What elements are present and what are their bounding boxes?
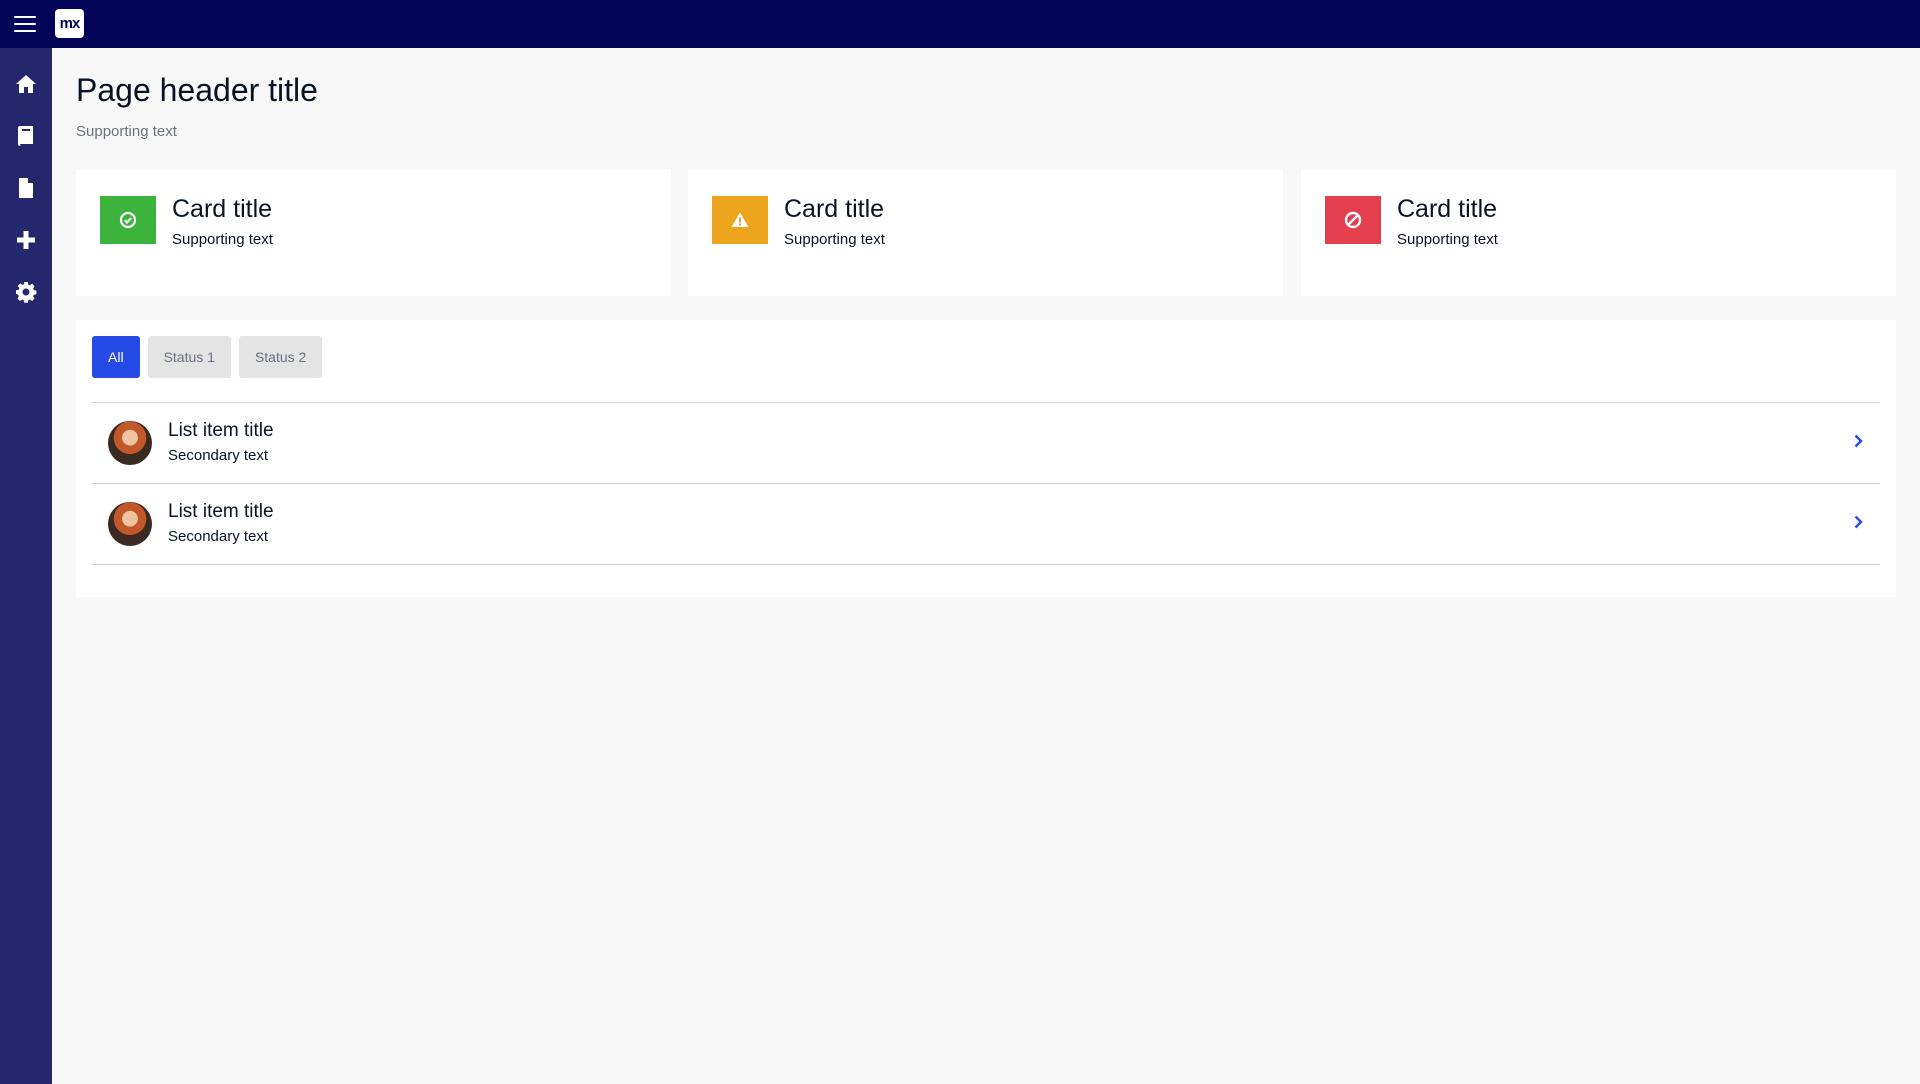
file-icon [19, 178, 33, 198]
chevron-right-icon[interactable] [1848, 512, 1868, 532]
list-item-secondary: Secondary text [168, 447, 269, 464]
list-item-secondary: Secondary text [168, 528, 269, 545]
list-panel: All Status 1 Status 2 List item title Se… [76, 320, 1896, 597]
card-icon-box [1325, 196, 1381, 244]
check-circle-icon [119, 211, 137, 229]
filter-tabs: All Status 1 Status 2 [92, 336, 323, 378]
sidebar-item-settings[interactable] [0, 266, 52, 318]
status-card-warning[interactable]: Card title Supporting text [688, 169, 1283, 296]
sidebar [0, 48, 52, 1084]
card-title: Card title [1397, 195, 1498, 223]
card-title: Card title [172, 195, 273, 223]
book-icon [18, 126, 33, 146]
card-subtitle: Supporting text [172, 231, 273, 248]
list-item[interactable]: List item title Secondary text [92, 484, 1880, 565]
warning-triangle-icon [731, 212, 749, 227]
avatar [108, 421, 152, 465]
list-item[interactable]: List item title Secondary text [92, 403, 1880, 484]
card-title: Card title [784, 195, 885, 223]
list-item-title: List item title [168, 501, 274, 522]
sidebar-item-book[interactable] [0, 110, 52, 162]
avatar [108, 502, 152, 546]
status-card-error[interactable]: Card title Supporting text [1301, 169, 1896, 296]
filter-tab-all[interactable]: All [92, 336, 140, 378]
list-item-title: List item title [168, 420, 274, 441]
page-title: Page header title [76, 72, 318, 108]
gear-icon [16, 282, 37, 303]
app-logo[interactable]: mx [55, 9, 84, 38]
chevron-right-icon[interactable] [1848, 431, 1868, 451]
sidebar-item-file[interactable] [0, 162, 52, 214]
card-icon-box [100, 196, 156, 244]
item-list: List item title Secondary text List item… [92, 402, 1880, 565]
home-icon [16, 75, 36, 93]
hamburger-menu-icon[interactable] [14, 12, 38, 36]
sidebar-item-add[interactable] [0, 214, 52, 266]
sidebar-item-home[interactable] [0, 58, 52, 110]
card-subtitle: Supporting text [1397, 231, 1498, 248]
filter-tab-status-2[interactable]: Status 2 [238, 336, 323, 378]
plus-icon [17, 231, 35, 249]
page-subtitle: Supporting text [76, 123, 177, 140]
top-bar: mx [0, 0, 1920, 48]
ban-icon [1344, 211, 1362, 229]
card-subtitle: Supporting text [784, 231, 885, 248]
filter-tab-status-1[interactable]: Status 1 [147, 336, 231, 378]
status-card-success[interactable]: Card title Supporting text [76, 169, 671, 296]
card-icon-box [712, 196, 768, 244]
